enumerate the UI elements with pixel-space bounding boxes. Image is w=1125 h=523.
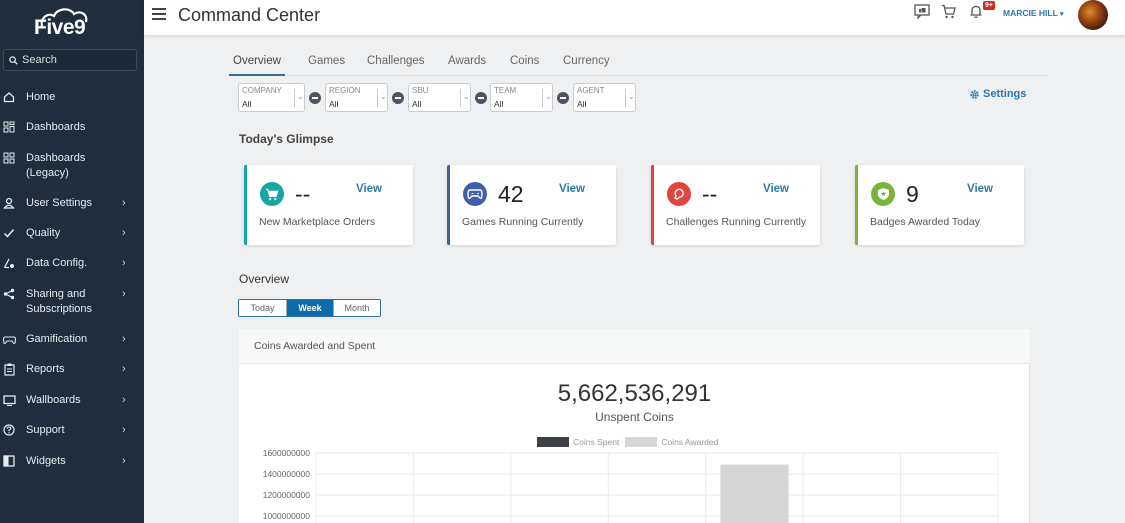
tab-coins[interactable]: Coins <box>510 55 539 67</box>
sidebar-item-support[interactable]: Support › <box>0 423 144 438</box>
sidebar-item-data-config[interactable]: Data Config. › <box>0 256 144 271</box>
search-placeholder: Search <box>22 54 57 66</box>
dashboard-legacy-icon <box>2 151 16 165</box>
chevron-right-icon: › <box>122 227 126 239</box>
period-toggle: Today Week Month <box>238 299 381 317</box>
sidebar-item-dashboards-legacy[interactable]: Dashboards (Legacy) <box>0 151 85 181</box>
sidebar-item-user-settings[interactable]: User Settings › <box>0 196 144 211</box>
y-tick-label: 1400000000 <box>263 469 311 479</box>
search-icon <box>9 55 18 65</box>
period-week-button[interactable]: Week <box>286 300 333 316</box>
main-tabs: Overview Games Challenges Awards Coins C… <box>228 50 1048 76</box>
caret-down-icon: ▾ <box>1060 11 1064 18</box>
chevron-down-icon: ⌄ <box>628 92 635 101</box>
tab-games[interactable]: Games <box>308 55 345 67</box>
sidebar-item-quality[interactable]: Quality › <box>0 226 144 241</box>
home-icon <box>2 90 16 104</box>
sidebar-item-widgets[interactable]: Widgets › <box>0 454 144 469</box>
chevron-down-icon: ⌄ <box>463 92 470 101</box>
card-games-running: 42 View Games Running Currently <box>447 165 616 245</box>
gamepad-icon <box>463 182 487 206</box>
card-challenges-running: -- View Challenges Running Currently <box>651 165 820 245</box>
chevron-right-icon: › <box>122 333 126 345</box>
user-icon <box>2 196 16 210</box>
sidebar-item-gamification[interactable]: Gamification › <box>0 332 144 347</box>
team-filter[interactable]: TEAM All ⌄ <box>490 83 553 112</box>
avatar[interactable] <box>1078 0 1108 30</box>
remove-filter-icon[interactable] <box>557 92 569 104</box>
sidebar-item-home[interactable]: Home <box>0 90 55 105</box>
view-link[interactable]: View <box>763 183 789 195</box>
monitor-icon <box>2 393 16 407</box>
feedback-icon[interactable] <box>914 4 930 19</box>
chevron-down-icon: ⌄ <box>545 92 552 101</box>
coins-bar-chart: 1600000000 1400000000 1200000000 1000000000 <box>263 448 999 523</box>
remove-filter-icon[interactable] <box>392 92 404 104</box>
bell-icon[interactable] <box>969 4 983 19</box>
chevron-down-icon: ⌄ <box>380 92 387 101</box>
company-filter[interactable]: COMPANY All ⌄ <box>238 83 305 112</box>
tab-currency[interactable]: Currency <box>563 55 610 67</box>
data-config-icon <box>2 256 16 270</box>
chevron-right-icon: › <box>122 197 126 209</box>
tab-challenges[interactable]: Challenges <box>367 55 425 67</box>
share-icon <box>2 287 16 301</box>
sbu-filter[interactable]: SBU All ⌄ <box>408 83 471 112</box>
chevron-right-icon: › <box>122 288 126 300</box>
view-link[interactable]: View <box>356 183 382 195</box>
check-icon <box>2 226 16 240</box>
remove-filter-icon[interactable] <box>309 92 321 104</box>
sidebar-item-dashboards[interactable]: Dashboards <box>0 120 85 135</box>
period-month-button[interactable]: Month <box>333 300 380 316</box>
notification-badge: 9+ <box>983 1 995 10</box>
tab-overview[interactable]: Overview <box>229 55 285 76</box>
bar-coins-awarded[interactable] <box>720 464 789 523</box>
five9-logo[interactable]: Five9 <box>30 4 110 40</box>
unspent-coins-value: 5,662,536,291 <box>557 380 712 407</box>
chevron-right-icon: › <box>122 424 126 436</box>
search-input[interactable]: Search <box>3 49 137 71</box>
tab-awards[interactable]: Awards <box>448 55 486 67</box>
chevron-down-icon: ⌄ <box>297 92 304 101</box>
period-today-button[interactable]: Today <box>239 300 286 316</box>
card-badges-awarded: 9 View Badges Awarded Today <box>855 165 1024 245</box>
gear-icon <box>970 89 979 99</box>
sidebar-item-wallboards[interactable]: Wallboards › <box>0 393 144 408</box>
gamepad-icon <box>2 332 16 346</box>
badge-shield-icon <box>871 182 895 206</box>
cart-icon <box>260 182 284 206</box>
y-tick-label: 1000000000 <box>263 511 311 521</box>
clipboard-icon <box>2 362 16 376</box>
glimpse-title: Today's Glimpse <box>239 132 334 146</box>
sidebar: Five9 Search Home Dashboards Dashboards … <box>0 0 144 523</box>
y-tick-label: 1600000000 <box>263 448 311 458</box>
view-link[interactable]: View <box>559 183 585 195</box>
unspent-coins-label: Unspent Coins <box>595 410 674 424</box>
cart-icon[interactable] <box>941 4 956 19</box>
help-icon <box>2 423 16 437</box>
card-marketplace-orders: -- View New Marketplace Orders <box>244 165 413 245</box>
chart-panel-header: Coins Awarded and Spent <box>239 329 1030 364</box>
sidebar-item-reports[interactable]: Reports › <box>0 362 144 377</box>
overview-title: Overview <box>239 272 290 286</box>
dashboard-icon <box>2 120 16 134</box>
chevron-right-icon: › <box>122 363 126 375</box>
agent-filter[interactable]: AGENT All ⌄ <box>573 83 636 112</box>
user-menu[interactable]: MARCIE HILL ▾ <box>1003 8 1064 18</box>
chart-panel-title: Coins Awarded and Spent <box>254 340 376 352</box>
widget-icon <box>2 454 16 468</box>
hamburger-menu-icon[interactable] <box>152 8 166 20</box>
view-link[interactable]: View <box>967 183 993 195</box>
page-title: Command Center <box>178 5 321 25</box>
region-filter[interactable]: REGION All ⌄ <box>325 83 388 112</box>
settings-link[interactable]: Settings <box>969 88 1026 100</box>
chevron-right-icon: › <box>122 455 126 467</box>
y-tick-label: 1200000000 <box>263 490 311 500</box>
remove-filter-icon[interactable] <box>475 92 487 104</box>
chevron-right-icon: › <box>122 257 126 269</box>
sidebar-item-sharing[interactable]: Sharing and Subscriptions › <box>0 287 144 317</box>
boxing-glove-icon <box>667 182 691 206</box>
chevron-right-icon: › <box>122 394 126 406</box>
